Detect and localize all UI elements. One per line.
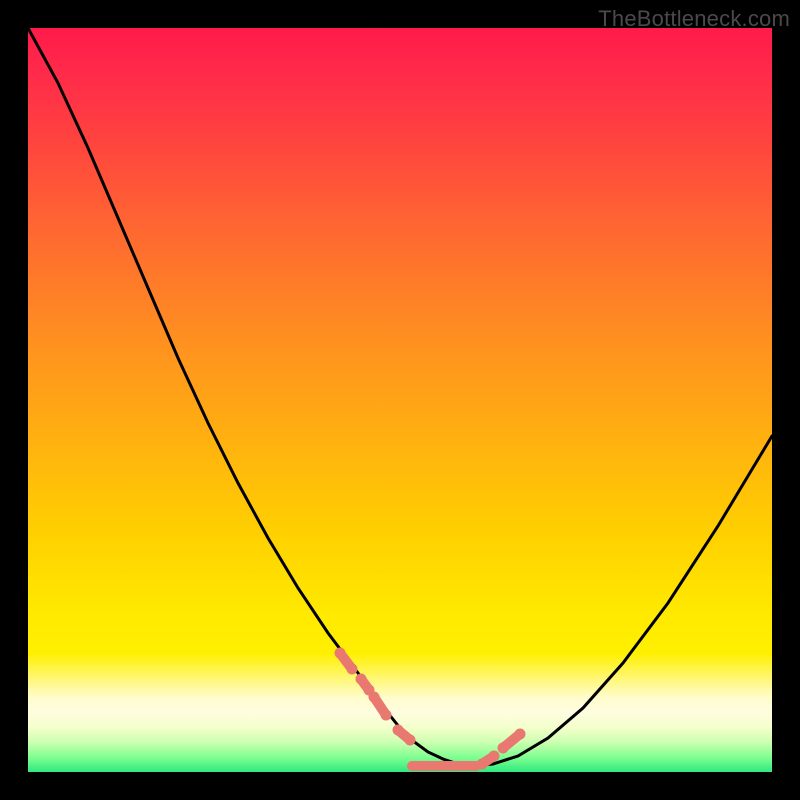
curve-line bbox=[28, 28, 772, 766]
highlight-bead-dot bbox=[515, 729, 526, 740]
highlight-bead-dot bbox=[335, 648, 346, 659]
highlight-bead-dot bbox=[498, 743, 509, 754]
highlight-bead-dot bbox=[347, 664, 358, 675]
highlight-bead-dot bbox=[477, 759, 488, 770]
chart-plot-area bbox=[28, 28, 772, 772]
highlight-bead-dot bbox=[405, 735, 416, 746]
highlight-bead-dot bbox=[381, 710, 392, 721]
curve-highlight-beads bbox=[335, 648, 526, 770]
highlight-bead-dot bbox=[369, 692, 380, 703]
highlight-bead-dot bbox=[356, 674, 367, 685]
highlight-bead-dot bbox=[489, 751, 500, 762]
bottleneck-curve bbox=[28, 28, 772, 772]
highlight-bead-dot bbox=[393, 725, 404, 736]
watermark-text: TheBottleneck.com bbox=[598, 6, 790, 32]
